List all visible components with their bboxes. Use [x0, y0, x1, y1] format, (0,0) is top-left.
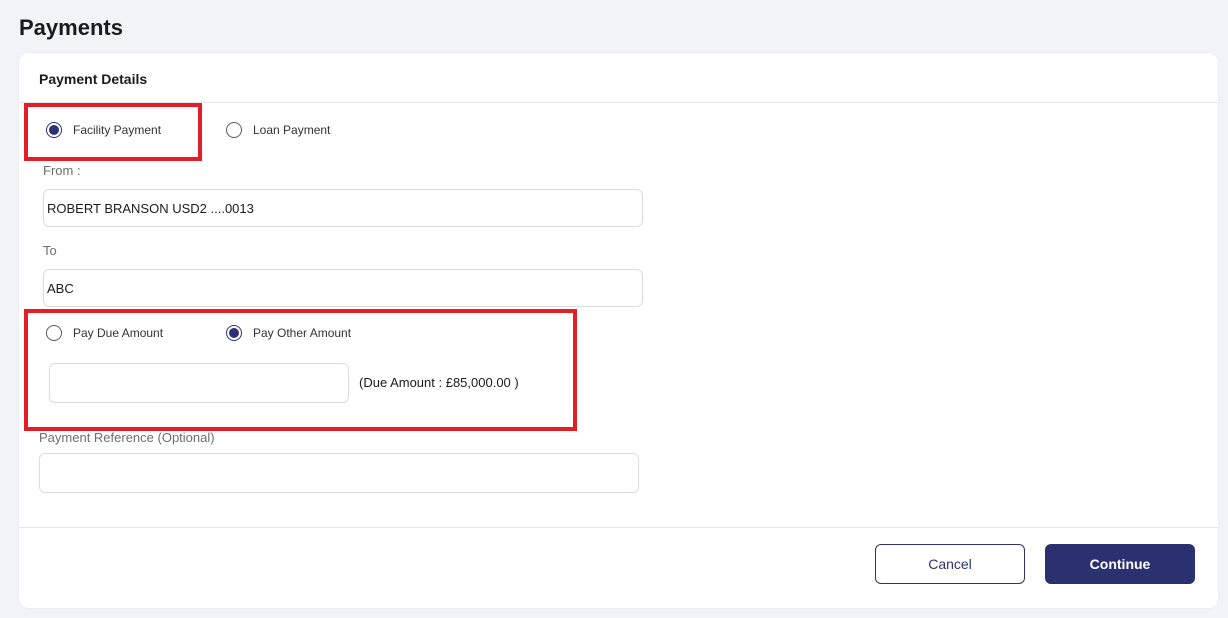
to-label: To: [43, 243, 57, 258]
divider: [19, 527, 1218, 528]
to-account-value: ABC: [47, 280, 74, 296]
loan-payment-label: Loan Payment: [253, 123, 331, 137]
pay-due-amount-label: Pay Due Amount: [73, 326, 164, 340]
facility-payment-label: Facility Payment: [73, 123, 162, 137]
payment-reference-label: Payment Reference (Optional): [39, 430, 215, 445]
pay-other-amount-radio-option[interactable]: Pay Other Amount: [226, 325, 351, 341]
to-account-field[interactable]: ABC: [43, 269, 643, 307]
payment-details-card: Payment Details Facility Payment Loan Pa…: [19, 53, 1218, 608]
from-account-value: ROBERT BRANSON USD2 ....0013: [47, 200, 254, 216]
loan-payment-radio[interactable]: [226, 122, 242, 138]
pay-due-amount-radio[interactable]: [46, 325, 62, 341]
facility-payment-radio-option[interactable]: Facility Payment: [46, 122, 161, 138]
section-title: Payment Details: [39, 71, 148, 87]
from-account-field[interactable]: ROBERT BRANSON USD2 ....0013: [43, 189, 643, 227]
page-title: Payments: [19, 15, 123, 40]
amount-input[interactable]: [49, 363, 349, 403]
divider: [19, 102, 1218, 103]
continue-button[interactable]: Continue: [1045, 544, 1195, 584]
pay-other-amount-radio[interactable]: [226, 325, 242, 341]
cancel-button[interactable]: Cancel: [875, 544, 1025, 584]
loan-payment-radio-option[interactable]: Loan Payment: [226, 122, 330, 138]
from-label: From :: [43, 163, 81, 178]
pay-other-amount-label: Pay Other Amount: [253, 326, 352, 340]
facility-payment-radio[interactable]: [46, 122, 62, 138]
pay-due-amount-radio-option[interactable]: Pay Due Amount: [46, 325, 163, 341]
due-amount-note: (Due Amount : £85,000.00 ): [359, 375, 519, 390]
payment-reference-input[interactable]: [39, 453, 639, 493]
